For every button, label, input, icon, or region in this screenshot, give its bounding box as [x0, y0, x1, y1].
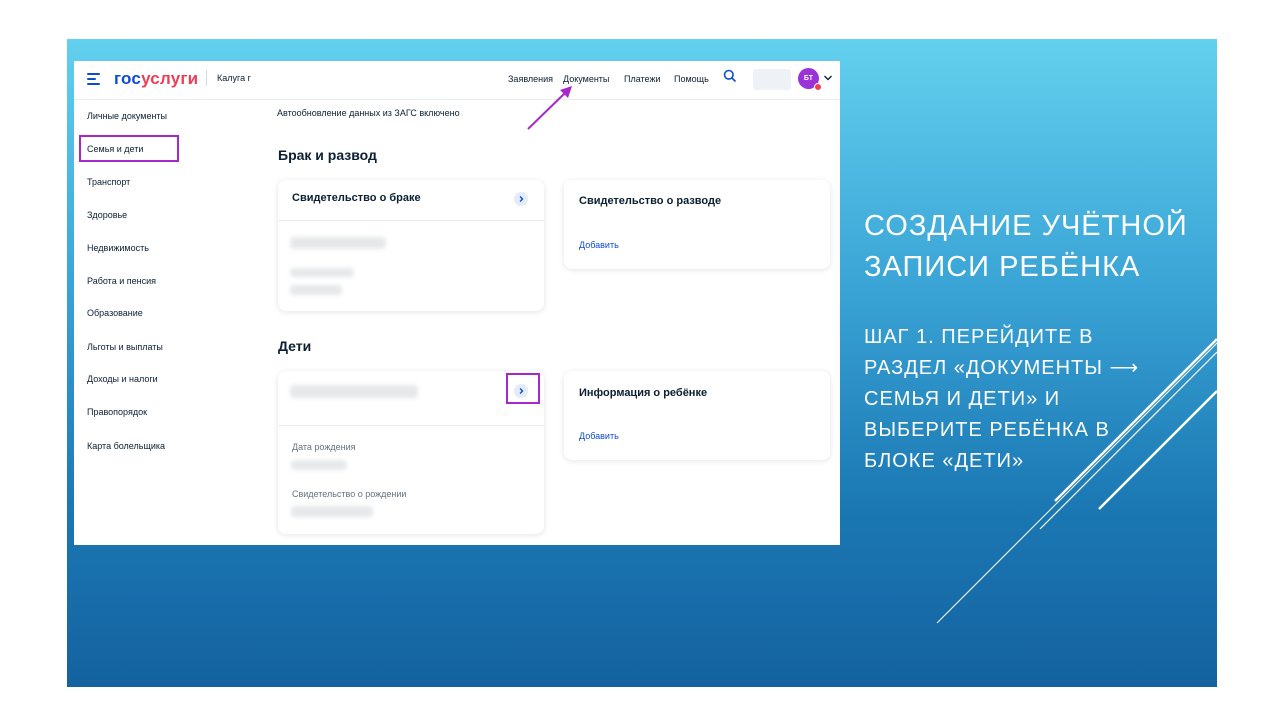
logo[interactable]: госуслуги [114, 69, 198, 89]
child-info-add-link[interactable]: Добавить [579, 431, 619, 441]
child-info-title: Информация о ребёнке [579, 387, 708, 399]
search-icon[interactable] [723, 69, 737, 83]
sidebar-item-benefits[interactable]: Льготы и выплаты [87, 342, 163, 352]
slide-subtitle: Шаг 1. Перейдите в раздел «Документы ⟶ С… [864, 326, 1140, 472]
notification-dot [814, 83, 822, 91]
sidebar-item-personal-docs[interactable]: Личные документы [87, 111, 167, 121]
sidebar-item-property[interactable]: Недвижимость [87, 243, 149, 253]
sidebar-item-fan-card[interactable]: Карта болельщика [87, 441, 165, 451]
child-info-card[interactable]: Информация о ребёнке Добавить [564, 371, 830, 460]
birth-date-label: Дата рождения [292, 442, 356, 452]
blurred-spouse-name [290, 237, 386, 249]
child-arrow-highlight-frame [506, 373, 540, 404]
city-selector[interactable]: Калуга г [206, 70, 251, 86]
blurred-date-value [290, 285, 342, 295]
menu-icon[interactable] [87, 73, 100, 85]
sidebar-item-law[interactable]: Правопорядок [87, 407, 147, 417]
arrow-annotation-icon [527, 86, 572, 130]
auto-update-info: Автообновление данных из ЗАГС включено [277, 108, 460, 118]
nav-item-help[interactable]: Помощь [674, 74, 709, 84]
blurred-date-label [290, 268, 354, 277]
sidebar-item-transport[interactable]: Транспорт [87, 177, 130, 187]
nav-item-payments[interactable]: Платежи [624, 74, 661, 84]
marriage-card-title: Свидетельство о браке [292, 192, 421, 204]
gosuslugi-screenshot: госуслуги Калуга г Заявления Документы П… [74, 61, 840, 545]
divorce-add-link[interactable]: Добавить [579, 240, 619, 250]
chevron-down-icon[interactable] [823, 74, 833, 82]
blurred-birth-certificate [291, 506, 373, 517]
divorce-card-title: Свидетельство о разводе [579, 195, 722, 207]
blurred-birth-date [291, 460, 347, 470]
sidebar-item-income-taxes[interactable]: Доходы и налоги [87, 374, 158, 384]
logo-part-uslugi: услуги [141, 69, 199, 88]
marriage-section-title: Брак и развод [278, 147, 377, 163]
divorce-certificate-card[interactable]: Свидетельство о разводе Добавить [564, 180, 830, 269]
sidebar-item-work-pension[interactable]: Работа и пенсия [87, 276, 156, 286]
user-name-blurred [753, 69, 791, 90]
slide-title: Создание учётной записи ребёнка [864, 210, 1188, 283]
presentation-slide: госуслуги Калуга г Заявления Документы П… [67, 39, 1217, 687]
header: госуслуги Калуга г Заявления Документы П… [74, 61, 840, 100]
card-divider [278, 220, 544, 221]
birth-certificate-label: Свидетельство о рождении [292, 489, 407, 499]
card-divider [278, 425, 544, 426]
blurred-child-name [290, 385, 418, 398]
chevron-right-icon[interactable] [514, 192, 528, 206]
marriage-certificate-card[interactable]: Свидетельство о браке [278, 180, 544, 311]
sidebar-item-education[interactable]: Образование [87, 308, 143, 318]
family-highlight-frame [79, 135, 179, 162]
child-card[interactable]: Дата рождения Свидетельство о рождении [278, 371, 544, 534]
children-section-title: Дети [278, 338, 312, 354]
logo-part-gos: гос [114, 69, 142, 88]
sidebar-item-health[interactable]: Здоровье [87, 210, 127, 220]
